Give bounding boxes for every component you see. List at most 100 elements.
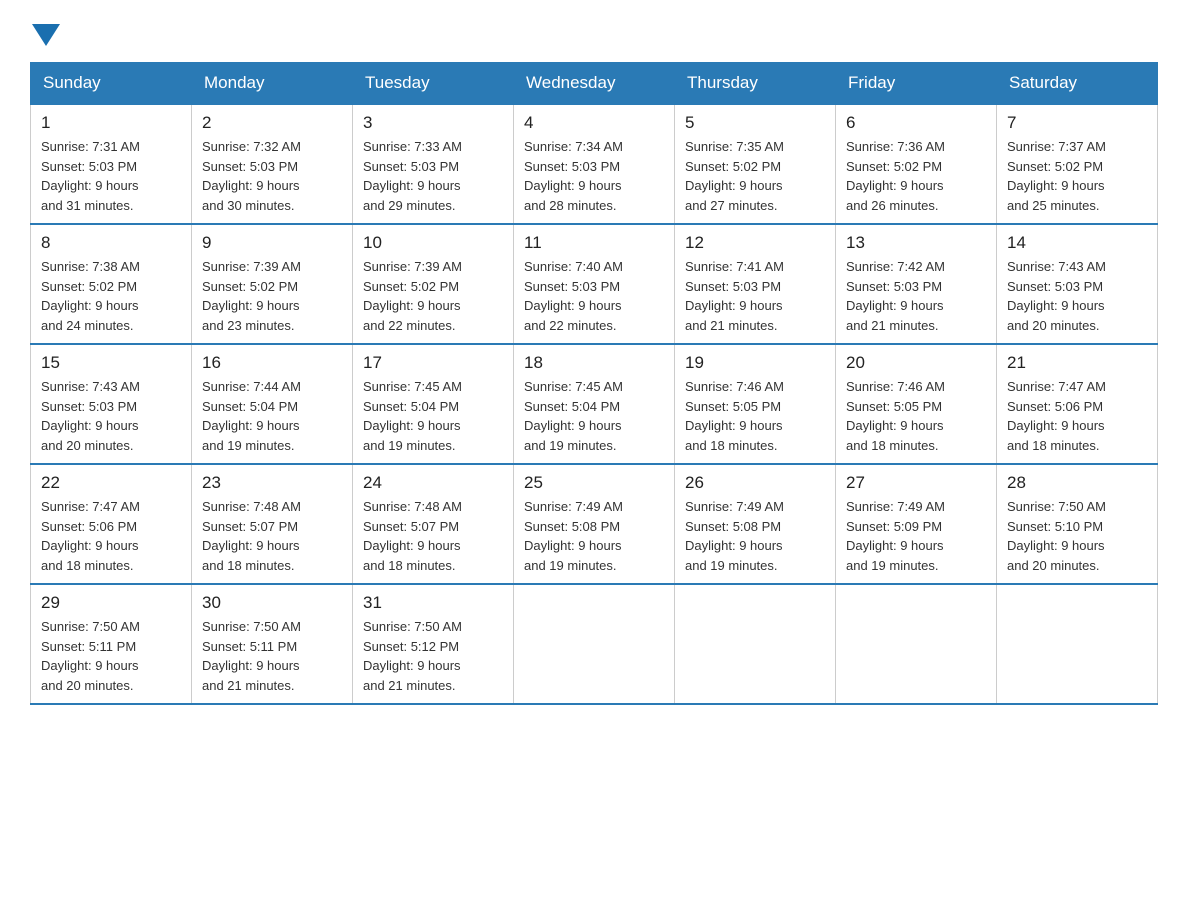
day-info: Sunrise: 7:42 AMSunset: 5:03 PMDaylight:… bbox=[846, 257, 986, 335]
day-info: Sunrise: 7:50 AMSunset: 5:10 PMDaylight:… bbox=[1007, 497, 1147, 575]
day-info: Sunrise: 7:49 AMSunset: 5:08 PMDaylight:… bbox=[524, 497, 664, 575]
calendar-cell: 31Sunrise: 7:50 AMSunset: 5:12 PMDayligh… bbox=[353, 584, 514, 704]
day-number: 27 bbox=[846, 473, 986, 493]
page-header bbox=[30, 20, 1158, 42]
calendar-cell: 14 Sunrise: 7:43 AMSunset: 5:03 PMDayligh… bbox=[997, 224, 1158, 344]
day-info: Sunrise: 7:36 AMSunset: 5:02 PMDaylight:… bbox=[846, 137, 986, 215]
day-info: Sunrise: 7:35 AMSunset: 5:02 PMDaylight:… bbox=[685, 137, 825, 215]
day-number: 10 bbox=[363, 233, 503, 253]
day-number: 21 bbox=[1007, 353, 1147, 373]
calendar-week-row: 15Sunrise: 7:43 AMSunset: 5:03 PMDayligh… bbox=[31, 344, 1158, 464]
day-info: Sunrise: 7:48 AMSunset: 5:07 PMDaylight:… bbox=[202, 497, 342, 575]
calendar-cell: 26 Sunrise: 7:49 AMSunset: 5:08 PMDayligh… bbox=[675, 464, 836, 584]
calendar-week-row: 8Sunrise: 7:38 AMSunset: 5:02 PMDaylight… bbox=[31, 224, 1158, 344]
day-info: Sunrise: 7:47 AMSunset: 5:06 PMDaylight:… bbox=[41, 497, 181, 575]
calendar-cell: 20 Sunrise: 7:46 AMSunset: 5:05 PMDayligh… bbox=[836, 344, 997, 464]
logo bbox=[30, 20, 60, 42]
calendar-cell: 23 Sunrise: 7:48 AMSunset: 5:07 PMDayligh… bbox=[192, 464, 353, 584]
day-number: 12 bbox=[685, 233, 825, 253]
calendar-table: SundayMondayTuesdayWednesdayThursdayFrid… bbox=[30, 62, 1158, 705]
calendar-cell: 15Sunrise: 7:43 AMSunset: 5:03 PMDayligh… bbox=[31, 344, 192, 464]
day-info: Sunrise: 7:45 AMSunset: 5:04 PMDaylight:… bbox=[363, 377, 503, 455]
day-info: Sunrise: 7:39 AMSunset: 5:02 PMDaylight:… bbox=[363, 257, 503, 335]
day-info: Sunrise: 7:40 AMSunset: 5:03 PMDaylight:… bbox=[524, 257, 664, 335]
day-number: 8 bbox=[41, 233, 181, 253]
day-number: 22 bbox=[41, 473, 181, 493]
day-info: Sunrise: 7:43 AMSunset: 5:03 PMDaylight:… bbox=[1007, 257, 1147, 335]
calendar-cell: 4 Sunrise: 7:34 AMSunset: 5:03 PMDaylight… bbox=[514, 104, 675, 224]
day-number: 6 bbox=[846, 113, 986, 133]
day-info: Sunrise: 7:47 AMSunset: 5:06 PMDaylight:… bbox=[1007, 377, 1147, 455]
day-info: Sunrise: 7:50 AMSunset: 5:11 PMDaylight:… bbox=[202, 617, 342, 695]
weekday-header-monday: Monday bbox=[192, 63, 353, 105]
calendar-cell: 30 Sunrise: 7:50 AMSunset: 5:11 PMDayligh… bbox=[192, 584, 353, 704]
day-info: Sunrise: 7:49 AMSunset: 5:09 PMDaylight:… bbox=[846, 497, 986, 575]
weekday-header-wednesday: Wednesday bbox=[514, 63, 675, 105]
calendar-cell: 13 Sunrise: 7:42 AMSunset: 5:03 PMDayligh… bbox=[836, 224, 997, 344]
day-info: Sunrise: 7:31 AMSunset: 5:03 PMDaylight:… bbox=[41, 137, 181, 215]
calendar-cell: 7Sunrise: 7:37 AMSunset: 5:02 PMDaylight… bbox=[997, 104, 1158, 224]
day-number: 5 bbox=[685, 113, 825, 133]
calendar-cell: 19 Sunrise: 7:46 AMSunset: 5:05 PMDayligh… bbox=[675, 344, 836, 464]
calendar-cell: 11 Sunrise: 7:40 AMSunset: 5:03 PMDayligh… bbox=[514, 224, 675, 344]
day-info: Sunrise: 7:49 AMSunset: 5:08 PMDaylight:… bbox=[685, 497, 825, 575]
day-info: Sunrise: 7:50 AMSunset: 5:11 PMDaylight:… bbox=[41, 617, 181, 695]
day-number: 30 bbox=[202, 593, 342, 613]
calendar-cell: 17 Sunrise: 7:45 AMSunset: 5:04 PMDayligh… bbox=[353, 344, 514, 464]
calendar-week-row: 29 Sunrise: 7:50 AMSunset: 5:11 PMDayligh… bbox=[31, 584, 1158, 704]
calendar-cell: 12 Sunrise: 7:41 AMSunset: 5:03 PMDayligh… bbox=[675, 224, 836, 344]
day-info: Sunrise: 7:46 AMSunset: 5:05 PMDaylight:… bbox=[685, 377, 825, 455]
day-number: 4 bbox=[524, 113, 664, 133]
calendar-cell: 28 Sunrise: 7:50 AMSunset: 5:10 PMDayligh… bbox=[997, 464, 1158, 584]
calendar-cell bbox=[997, 584, 1158, 704]
day-number: 14 bbox=[1007, 233, 1147, 253]
calendar-cell: 22 Sunrise: 7:47 AMSunset: 5:06 PMDayligh… bbox=[31, 464, 192, 584]
weekday-header-saturday: Saturday bbox=[997, 63, 1158, 105]
day-info: Sunrise: 7:46 AMSunset: 5:05 PMDaylight:… bbox=[846, 377, 986, 455]
day-info: Sunrise: 7:44 AMSunset: 5:04 PMDaylight:… bbox=[202, 377, 342, 455]
calendar-cell: 2Sunrise: 7:32 AMSunset: 5:03 PMDaylight… bbox=[192, 104, 353, 224]
calendar-cell: 1 Sunrise: 7:31 AMSunset: 5:03 PMDaylight… bbox=[31, 104, 192, 224]
day-info: Sunrise: 7:34 AMSunset: 5:03 PMDaylight:… bbox=[524, 137, 664, 215]
calendar-cell: 5 Sunrise: 7:35 AMSunset: 5:02 PMDaylight… bbox=[675, 104, 836, 224]
day-info: Sunrise: 7:37 AMSunset: 5:02 PMDaylight:… bbox=[1007, 137, 1147, 215]
logo-triangle-icon bbox=[32, 24, 60, 46]
day-number: 3 bbox=[363, 113, 503, 133]
day-number: 13 bbox=[846, 233, 986, 253]
day-info: Sunrise: 7:41 AMSunset: 5:03 PMDaylight:… bbox=[685, 257, 825, 335]
day-info: Sunrise: 7:32 AMSunset: 5:03 PMDaylight:… bbox=[202, 137, 342, 215]
day-number: 18 bbox=[524, 353, 664, 373]
calendar-week-row: 22 Sunrise: 7:47 AMSunset: 5:06 PMDayligh… bbox=[31, 464, 1158, 584]
day-number: 29 bbox=[41, 593, 181, 613]
day-number: 25 bbox=[524, 473, 664, 493]
calendar-cell: 8Sunrise: 7:38 AMSunset: 5:02 PMDaylight… bbox=[31, 224, 192, 344]
calendar-cell: 21 Sunrise: 7:47 AMSunset: 5:06 PMDayligh… bbox=[997, 344, 1158, 464]
day-number: 1 bbox=[41, 113, 181, 133]
day-number: 20 bbox=[846, 353, 986, 373]
weekday-header-thursday: Thursday bbox=[675, 63, 836, 105]
day-number: 26 bbox=[685, 473, 825, 493]
day-number: 23 bbox=[202, 473, 342, 493]
day-number: 24 bbox=[363, 473, 503, 493]
calendar-cell: 6 Sunrise: 7:36 AMSunset: 5:02 PMDaylight… bbox=[836, 104, 997, 224]
day-number: 11 bbox=[524, 233, 664, 253]
day-number: 17 bbox=[363, 353, 503, 373]
weekday-header-sunday: Sunday bbox=[31, 63, 192, 105]
calendar-cell bbox=[675, 584, 836, 704]
weekday-header-friday: Friday bbox=[836, 63, 997, 105]
calendar-cell: 10 Sunrise: 7:39 AMSunset: 5:02 PMDayligh… bbox=[353, 224, 514, 344]
day-number: 19 bbox=[685, 353, 825, 373]
day-number: 28 bbox=[1007, 473, 1147, 493]
calendar-cell: 24Sunrise: 7:48 AMSunset: 5:07 PMDayligh… bbox=[353, 464, 514, 584]
calendar-cell bbox=[836, 584, 997, 704]
calendar-week-row: 1 Sunrise: 7:31 AMSunset: 5:03 PMDaylight… bbox=[31, 104, 1158, 224]
calendar-cell: 9 Sunrise: 7:39 AMSunset: 5:02 PMDaylight… bbox=[192, 224, 353, 344]
day-number: 31 bbox=[363, 593, 503, 613]
day-info: Sunrise: 7:39 AMSunset: 5:02 PMDaylight:… bbox=[202, 257, 342, 335]
calendar-cell: 25 Sunrise: 7:49 AMSunset: 5:08 PMDayligh… bbox=[514, 464, 675, 584]
day-number: 9 bbox=[202, 233, 342, 253]
weekday-header-row: SundayMondayTuesdayWednesdayThursdayFrid… bbox=[31, 63, 1158, 105]
calendar-cell: 29 Sunrise: 7:50 AMSunset: 5:11 PMDayligh… bbox=[31, 584, 192, 704]
day-info: Sunrise: 7:33 AMSunset: 5:03 PMDaylight:… bbox=[363, 137, 503, 215]
weekday-header-tuesday: Tuesday bbox=[353, 63, 514, 105]
